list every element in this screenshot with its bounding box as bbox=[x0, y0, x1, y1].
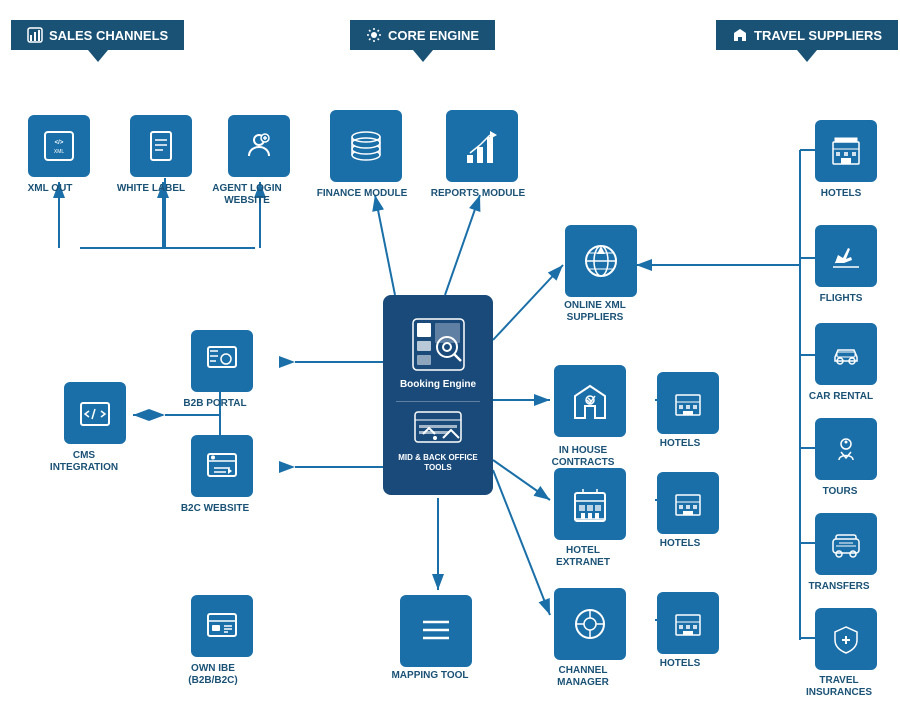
flights-label: FLIGHTS bbox=[805, 293, 877, 305]
hotels-small-1 bbox=[657, 372, 719, 434]
suppliers-icon bbox=[732, 27, 748, 43]
b2b-portal-label: B2B PORTAL bbox=[175, 398, 255, 410]
sales-icon bbox=[27, 27, 43, 43]
transfers-label: TRANSFERS bbox=[803, 581, 875, 593]
booking-engine-icon bbox=[411, 317, 466, 372]
tours-label: TOURS bbox=[810, 486, 870, 498]
finance-module-box bbox=[330, 110, 402, 182]
svg-text:XML: XML bbox=[54, 149, 65, 155]
tours-icon bbox=[831, 434, 861, 464]
own-ibe-label: OWN IBE(B2B/B2C) bbox=[173, 663, 253, 687]
flights-icon bbox=[831, 241, 861, 271]
hotel-extranet-box bbox=[554, 468, 626, 540]
travel-insurances-box bbox=[815, 608, 877, 670]
finance-icon bbox=[347, 127, 385, 165]
mapping-tool-box bbox=[400, 595, 472, 667]
hotels-supplier-box bbox=[815, 120, 877, 182]
xml-out-box: </> XML bbox=[28, 115, 90, 177]
online-xml-icon bbox=[582, 242, 620, 280]
engine-icon bbox=[366, 27, 382, 43]
travel-insurances-label: TRAVELINSURANCES bbox=[800, 675, 878, 699]
online-xml-label: ONLINE XMLSUPPLIERS bbox=[547, 300, 643, 324]
agent-login-box bbox=[228, 115, 290, 177]
white-label-icon bbox=[145, 130, 177, 162]
finance-label: FINANCE MODULE bbox=[314, 188, 410, 200]
travel-suppliers-header: TRAVEL SUPPLIERS bbox=[716, 20, 898, 50]
booking-engine-label: Booking Engine bbox=[400, 378, 476, 391]
white-label-box bbox=[130, 115, 192, 177]
hotels-small-2-label: HOTELS bbox=[650, 538, 710, 550]
reports-module-box bbox=[446, 110, 518, 182]
hotels-small-3-label: HOTELS bbox=[650, 658, 710, 670]
b2b-portal-box bbox=[191, 330, 253, 392]
white-label-label: WHITE LABEL bbox=[111, 183, 191, 195]
car-rental-box bbox=[815, 323, 877, 385]
diagram: SALES CHANNELS CORE ENGINE TRAVEL SUPPLI… bbox=[0, 0, 900, 727]
car-rental-icon bbox=[831, 339, 861, 369]
own-ibe-box bbox=[191, 595, 253, 657]
xml-out-label: XML OUT bbox=[10, 183, 90, 195]
cms-icon bbox=[79, 397, 111, 429]
xml-icon: </> XML bbox=[43, 130, 75, 162]
in-house-icon bbox=[571, 382, 609, 420]
ibe-icon bbox=[206, 610, 238, 642]
mapping-label: MAPPING TOOL bbox=[382, 670, 478, 682]
booking-engine-box: Booking Engine MID & BACK OFFICE TOOLS bbox=[383, 295, 493, 495]
channel-manager-label: CHANNELMANAGER bbox=[535, 665, 631, 689]
b2c-website-box bbox=[191, 435, 253, 497]
online-xml-box bbox=[565, 225, 637, 297]
sales-channels-header: SALES CHANNELS bbox=[11, 20, 184, 50]
in-house-contracts-box bbox=[554, 365, 626, 437]
hotel-small-icon-2 bbox=[674, 489, 702, 517]
flights-box bbox=[815, 225, 877, 287]
in-house-label: IN HOUSECONTRACTS bbox=[535, 445, 631, 469]
reports-icon bbox=[463, 127, 501, 165]
core-engine-header: CORE ENGINE bbox=[350, 20, 495, 50]
b2c-icon bbox=[206, 450, 238, 482]
transfers-box bbox=[815, 513, 877, 575]
back-office-icon bbox=[413, 410, 463, 450]
channel-manager-icon bbox=[571, 605, 609, 643]
hotel-extranet-icon bbox=[571, 485, 609, 523]
cms-integration-box bbox=[64, 382, 126, 444]
hotels-small-1-label: HOTELS bbox=[650, 438, 710, 450]
agent-login-icon bbox=[243, 130, 275, 162]
b2b-icon bbox=[206, 345, 238, 377]
agent-login-label: AGENT LOGINWEBSITE bbox=[207, 183, 287, 207]
hotel-extranet-label: HOTELEXTRANET bbox=[535, 545, 631, 569]
hotel-small-icon-3 bbox=[674, 609, 702, 637]
car-rental-label: CAR RENTAL bbox=[800, 391, 882, 403]
hotels-icon bbox=[831, 136, 861, 166]
hotels-supplier-label: HOTELS bbox=[805, 188, 877, 200]
tours-box bbox=[815, 418, 877, 480]
hotels-small-2 bbox=[657, 472, 719, 534]
reports-label: REPORTS MODULE bbox=[430, 188, 526, 200]
hotel-small-icon-1 bbox=[674, 389, 702, 417]
back-office-label: MID & BACK OFFICE TOOLS bbox=[391, 453, 485, 472]
mapping-icon bbox=[417, 612, 455, 650]
b2c-website-label: B2C WEBSITE bbox=[175, 503, 255, 515]
cms-label: CMSINTEGRATION bbox=[44, 450, 124, 474]
svg-text:</>: </> bbox=[55, 140, 64, 146]
insurance-icon bbox=[831, 624, 861, 654]
channel-manager-box bbox=[554, 588, 626, 660]
transfers-icon bbox=[831, 529, 861, 559]
hotels-small-3 bbox=[657, 592, 719, 654]
